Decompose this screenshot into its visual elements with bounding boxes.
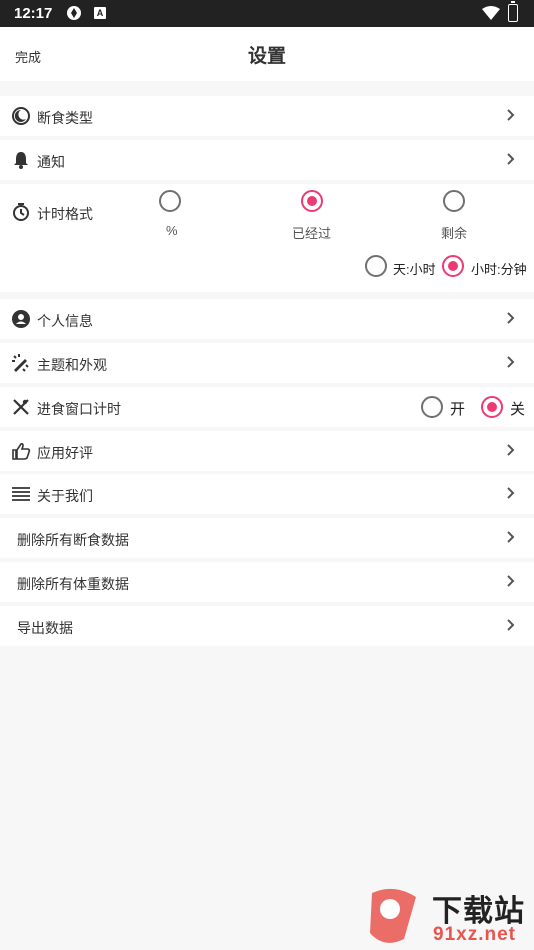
radio-label-off: 关	[510, 401, 526, 418]
settings-row-label: 应用好评	[37, 445, 93, 461]
account-circle-icon	[12, 310, 30, 328]
wifi-icon	[482, 6, 500, 20]
settings-row-notifications[interactable]: 通知	[0, 140, 534, 180]
settings-row-delete-fasting[interactable]: 删除所有断食数据	[0, 518, 534, 558]
settings-row-about[interactable]: 关于我们	[0, 474, 534, 514]
radio-label-percent: %	[166, 223, 178, 238]
radio-timer-remaining[interactable]	[443, 190, 465, 212]
watermark-url: 91xz.net	[433, 924, 516, 945]
radio-label-on: 开	[450, 401, 466, 418]
chevron-right-icon	[507, 531, 515, 543]
chevron-right-icon	[507, 356, 515, 368]
settings-row-label: 计时格式	[37, 206, 93, 222]
settings-row-label: 导出数据	[17, 620, 73, 636]
chevron-right-icon	[507, 109, 515, 121]
radio-eating-window-on[interactable]	[421, 396, 443, 418]
radio-label-hour-minute: 小时:分钟	[471, 262, 527, 277]
radio-label-remaining: 剩余	[441, 226, 468, 241]
settings-row-export[interactable]: 导出数据	[0, 606, 534, 646]
magic-wand-icon	[12, 354, 29, 372]
fork-knife-icon	[13, 399, 29, 415]
settings-row-label: 个人信息	[37, 313, 93, 329]
radio-unit-hour-minute[interactable]	[442, 255, 464, 277]
header: 完成 设置	[0, 27, 534, 81]
settings-row-label: 断食类型	[37, 110, 93, 126]
chevron-right-icon	[507, 619, 515, 631]
settings-row-fasting-type[interactable]: 断食类型	[0, 96, 534, 136]
settings-row-label: 关于我们	[37, 488, 93, 504]
page-title: 设置	[247, 46, 286, 67]
status-time: 12:17	[14, 5, 53, 22]
settings-row-theme[interactable]: 主题和外观	[0, 343, 534, 383]
radio-unit-day-hour[interactable]	[365, 255, 387, 277]
chevron-right-icon	[507, 153, 515, 165]
settings-row-label: 进食窗口计时	[37, 401, 121, 417]
notification-icon: A	[94, 7, 106, 19]
bell-icon	[14, 152, 28, 169]
settings-row-delete-weight[interactable]: 删除所有体重数据	[0, 562, 534, 602]
status-bar: 12:17 A	[0, 0, 534, 27]
settings-row-label: 删除所有断食数据	[17, 532, 129, 548]
sync-icon	[67, 6, 81, 20]
battery-icon	[508, 1, 518, 22]
radio-label-day-hour: 天:小时	[393, 262, 436, 277]
chevron-right-icon	[507, 487, 515, 499]
settings-row-label: 主题和外观	[37, 357, 107, 373]
radio-timer-percent[interactable]	[159, 190, 181, 212]
settings-row-personal-info[interactable]: 个人信息	[0, 299, 534, 339]
chevron-right-icon	[507, 575, 515, 587]
settings-block-timer-format: 计时格式 % 已经过 剩余 天:小时 小时:分钟	[0, 184, 534, 292]
half-moon-icon	[12, 107, 30, 125]
settings-row-eating-window: 进食窗口计时 开 关	[0, 387, 534, 427]
settings-row-rate-app[interactable]: 应用好评	[0, 431, 534, 471]
radio-label-elapsed: 已经过	[292, 226, 332, 241]
chevron-right-icon	[507, 312, 515, 324]
radio-timer-elapsed[interactable]	[301, 190, 323, 212]
chevron-right-icon	[507, 444, 515, 456]
settings-row-label: 通知	[37, 154, 65, 170]
radio-eating-window-off[interactable]	[481, 396, 503, 418]
settings-row-label: 删除所有体重数据	[17, 576, 129, 592]
timer-icon	[13, 203, 29, 221]
menu-lines-icon	[12, 487, 30, 501]
thumbs-up-icon	[12, 442, 31, 460]
